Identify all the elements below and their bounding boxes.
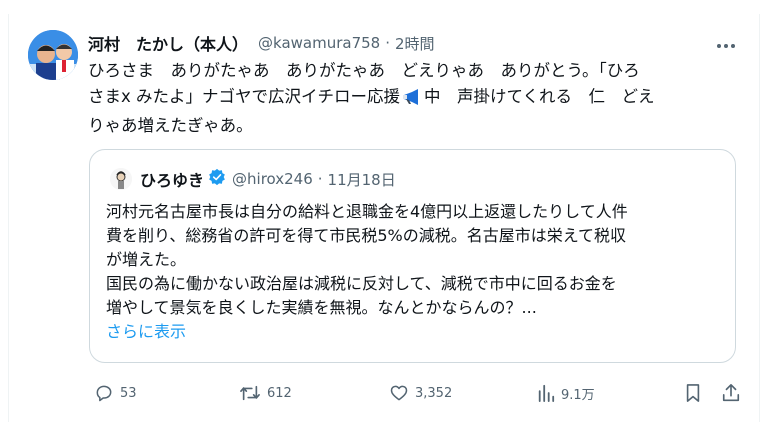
quote-line: 河村元名古屋市長は自分の給料と退職金を4億円以上返還したりして人件: [106, 202, 628, 221]
verified-badge-icon: [208, 168, 226, 190]
bookmark-icon: [684, 383, 702, 403]
quote-line: 費を削り、総務省の許可を得て市民税5%の減税。名古屋市は栄えて税収: [106, 226, 626, 245]
like-count: 3,352: [415, 385, 453, 401]
repost-count: 612: [267, 385, 292, 401]
reply-icon: [94, 383, 114, 403]
repost-icon: [239, 383, 261, 403]
tweet-line: りゃあ増えたぎゃあ。: [88, 116, 253, 135]
share-icon: [721, 383, 741, 403]
tweet-header: 河村 たかし（本人） @kawamura758 · 2時間: [88, 32, 435, 54]
tweet-line: ひろさま ありがたゃあ ありがたゃあ どえりゃあ ありがとう。「ひろ: [88, 61, 640, 80]
views-icon: [537, 383, 555, 403]
quote-author-name: ひろゆき: [140, 171, 205, 190]
separator: ·: [385, 34, 390, 52]
megaphone-icon: [402, 87, 422, 113]
quoted-tweet[interactable]: ひろゆき @hirox246 · 11月18日 河村元名古屋市長は自分の給料と退…: [89, 149, 736, 363]
tweet-text: ひろさま ありがたゃあ ありがたゃあ どえりゃあ ありがとう。「ひろ さまx み…: [88, 58, 736, 139]
quote-header: ひろゆき @hirox246 · 11月18日: [140, 168, 396, 190]
heart-icon: [389, 383, 409, 403]
reply-count: 53: [120, 385, 137, 401]
bookmark-button[interactable]: [678, 378, 702, 408]
quote-line: 増やして景気を良くした実績を無視。なんとかならんの？...: [106, 298, 537, 317]
quote-body: 河村元名古屋市長は自分の給料と退職金を4億円以上返還したりして人件 費を削り、総…: [106, 200, 726, 344]
action-bar: 53 612 3,352 9.1万: [88, 378, 740, 408]
quote-line: 国民の為に働かない政治屋は減税に反対して、減税で市中に回るお金を: [106, 274, 617, 293]
more-button[interactable]: [713, 32, 739, 54]
author-handle[interactable]: @kawamura758: [258, 34, 380, 52]
quote-avatar: [110, 168, 132, 190]
quote-author-handle: @hirox246: [232, 170, 313, 188]
quote-date: 11月18日: [327, 170, 396, 189]
reply-button[interactable]: 53: [88, 378, 137, 408]
repost-button[interactable]: 612: [233, 378, 292, 408]
show-more-link[interactable]: さらに表示: [106, 320, 726, 344]
separator: ·: [317, 170, 323, 188]
views-count: 9.1万: [561, 387, 595, 403]
avatar[interactable]: [28, 30, 78, 80]
tweet-time[interactable]: 2時間: [395, 33, 435, 54]
views-button[interactable]: 9.1万: [531, 378, 595, 408]
quote-line: が増えた。: [106, 250, 187, 269]
like-button[interactable]: 3,352: [383, 378, 452, 408]
author-name[interactable]: 河村 たかし（本人）: [88, 31, 248, 55]
more-icon: [716, 34, 736, 53]
tweet-line: さまx みたよ」ナゴヤで広沢イチロー応援中 声掛けてくれる 仁 どえ: [88, 84, 736, 113]
share-button[interactable]: [715, 378, 741, 408]
